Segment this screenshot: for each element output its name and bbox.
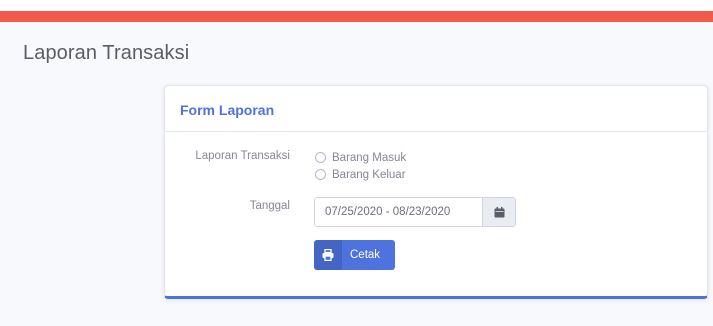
- transaction-type-radio-group: Barang Masuk Barang Keluar: [315, 149, 406, 183]
- radio-button[interactable]: [315, 169, 326, 180]
- tanggal-label: Tanggal: [249, 200, 290, 212]
- cetak-button[interactable]: Cetak: [314, 240, 395, 270]
- card-title: Form Laporan: [180, 102, 275, 118]
- calendar-icon: [494, 206, 504, 217]
- print-icon: [322, 249, 334, 261]
- cetak-button-label: Cetak: [350, 249, 381, 261]
- page-title: Laporan Transaksi: [23, 42, 190, 64]
- top-navbar: [0, 0, 713, 22]
- radio-label: Barang Keluar: [332, 168, 406, 181]
- form-laporan-card: Form Laporan Laporan Transaksi Barang Ma…: [164, 85, 708, 299]
- card-header: Form Laporan: [165, 86, 707, 132]
- radio-barang-keluar[interactable]: Barang Keluar: [315, 166, 406, 183]
- date-range-input[interactable]: 07/25/2020 - 08/23/2020: [314, 197, 482, 227]
- radio-barang-masuk[interactable]: Barang Masuk: [315, 149, 406, 166]
- radio-label: Barang Masuk: [332, 151, 407, 164]
- date-range-group: 07/25/2020 - 08/23/2020: [314, 197, 516, 227]
- top-accent-bar: [0, 11, 713, 22]
- print-icon-wrapper: [314, 240, 342, 270]
- laporan-transaksi-label: Laporan Transaksi: [195, 150, 290, 162]
- calendar-button[interactable]: [482, 197, 516, 227]
- radio-button[interactable]: [315, 152, 326, 163]
